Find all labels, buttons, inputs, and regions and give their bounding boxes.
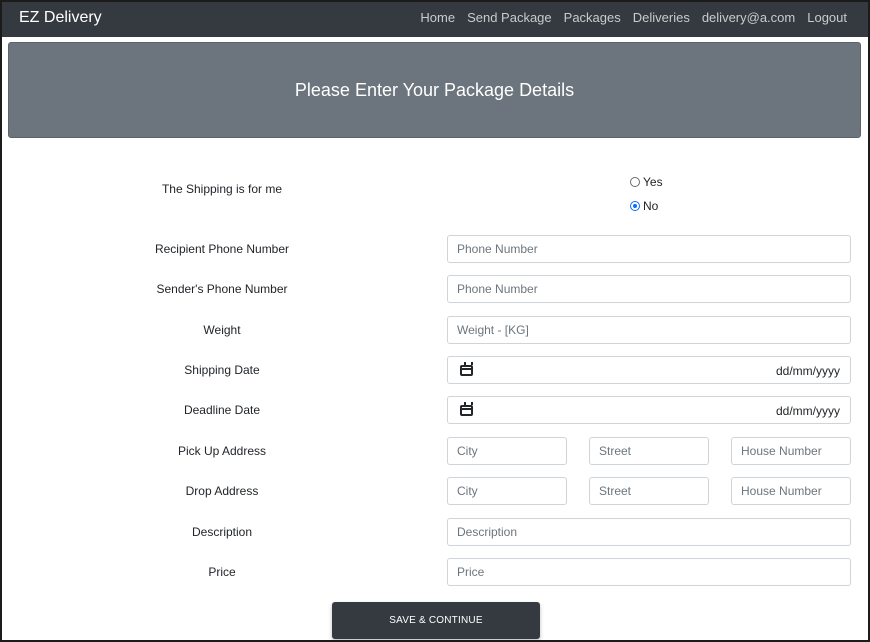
radio-yes-option[interactable]: Yes <box>630 174 663 190</box>
shipping-for-me-label: The Shipping is for me <box>161 182 283 196</box>
shipping-date-placeholder: dd/mm/yyyy <box>775 364 840 378</box>
radio-yes-label: Yes <box>643 175 663 189</box>
pickup-house-number-input[interactable] <box>731 437 851 465</box>
nav-send-package-link[interactable]: Send Package <box>467 9 552 27</box>
price-input[interactable] <box>447 558 851 586</box>
price-label: Price <box>208 565 236 579</box>
pickup-city-input[interactable] <box>447 437 567 465</box>
radio-no-label: No <box>643 199 659 213</box>
app-window: EZ Delivery Home Send Package Packages D… <box>0 0 870 642</box>
nav-deliveries-link[interactable]: Deliveries <box>633 9 690 27</box>
deadline-date-input[interactable]: dd/mm/yyyy <box>447 396 851 424</box>
drop-house-number-input[interactable] <box>731 477 851 505</box>
page-title: Please Enter Your Package Details <box>294 80 575 100</box>
brand-logo-link[interactable]: EZ Delivery <box>19 8 102 28</box>
nav-home-link[interactable]: Home <box>420 9 455 27</box>
radio-no-option[interactable]: No <box>630 198 663 214</box>
recipient-phone-input[interactable] <box>447 235 851 263</box>
deadline-date-placeholder: dd/mm/yyyy <box>775 404 840 418</box>
nav-links: Home Send Package Packages Deliveries de… <box>420 9 847 27</box>
deadline-date-label: Deadline Date <box>183 403 261 417</box>
drop-address-label: Drop Address <box>185 484 259 498</box>
nav-packages-link[interactable]: Packages <box>564 9 621 27</box>
calendar-icon[interactable] <box>460 362 473 376</box>
weight-input[interactable] <box>447 316 851 344</box>
nav-user-email-link[interactable]: delivery@a.com <box>702 9 795 27</box>
nav-logout-link[interactable]: Logout <box>807 9 847 27</box>
weight-label: Weight <box>203 323 241 337</box>
sender-phone-input[interactable] <box>447 275 851 303</box>
sender-phone-label: Sender's Phone Number <box>156 282 288 296</box>
save-and-continue-button[interactable]: SAVE & CONTINUE <box>332 602 540 639</box>
drop-city-input[interactable] <box>447 477 567 505</box>
calendar-icon[interactable] <box>460 402 473 416</box>
description-input[interactable] <box>447 518 851 546</box>
top-navbar: EZ Delivery Home Send Package Packages D… <box>2 2 868 37</box>
pickup-address-label: Pick Up Address <box>177 444 267 458</box>
radio-yes-button[interactable] <box>630 177 640 187</box>
radio-no-button[interactable] <box>630 201 640 211</box>
description-label: Description <box>191 525 253 539</box>
recipient-phone-label: Recipient Phone Number <box>154 242 290 256</box>
shipping-date-label: Shipping Date <box>184 363 260 377</box>
drop-street-input[interactable] <box>589 477 709 505</box>
page-header-banner: Please Enter Your Package Details <box>8 42 861 138</box>
shipping-for-me-radio-group: Yes No <box>630 174 663 222</box>
shipping-date-input[interactable]: dd/mm/yyyy <box>447 356 851 384</box>
pickup-street-input[interactable] <box>589 437 709 465</box>
